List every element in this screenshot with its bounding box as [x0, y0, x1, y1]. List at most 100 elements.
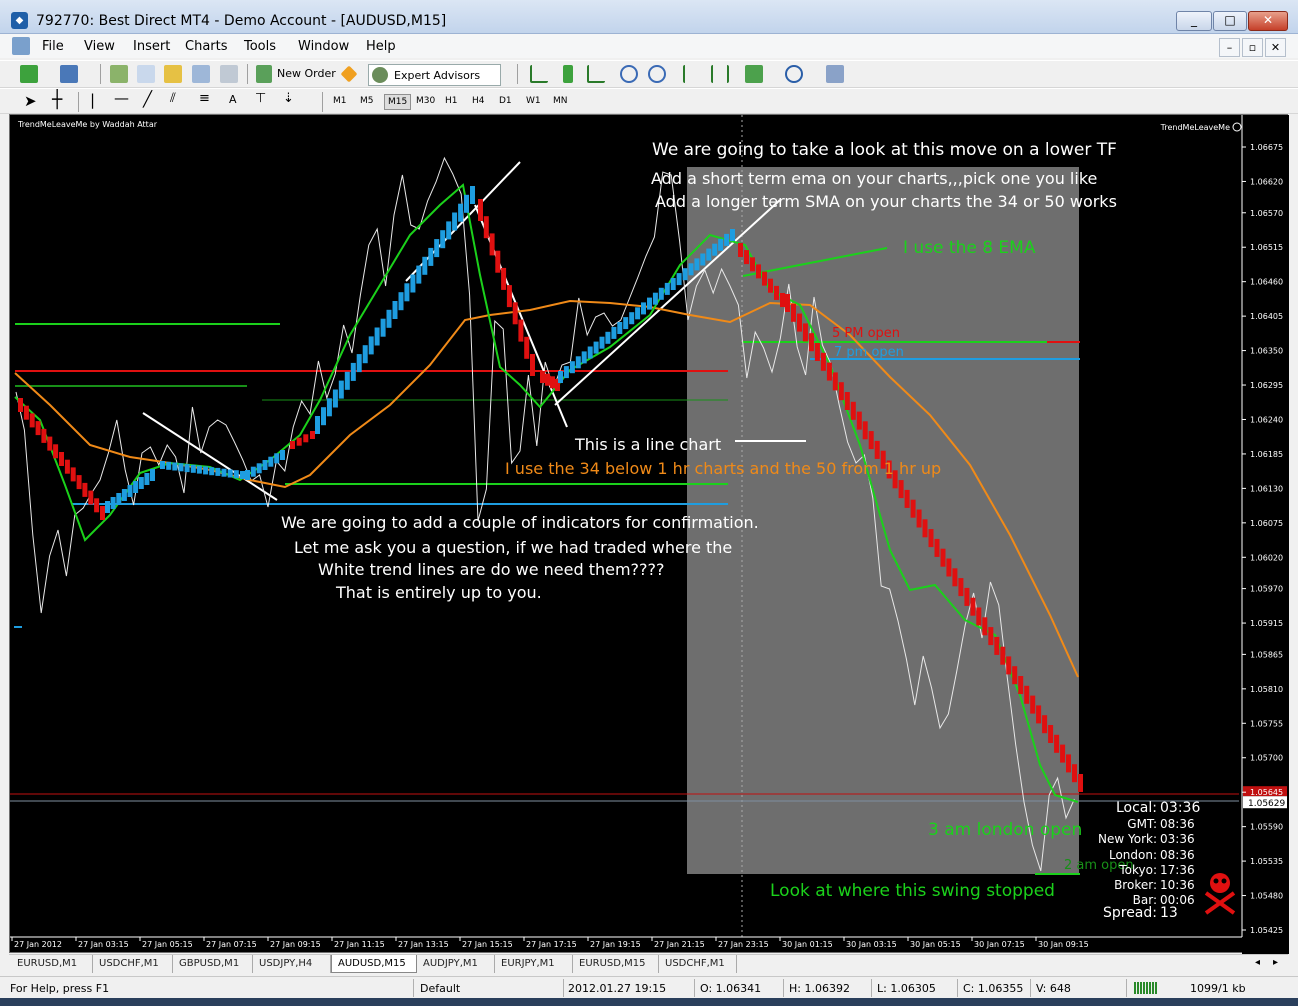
time-tick-label: 27 Jan 19:15 — [590, 940, 641, 949]
chart-window-icon[interactable] — [12, 37, 30, 55]
chart-tab[interactable]: EURJPY,M1 — [495, 955, 573, 973]
horizontal-line-icon[interactable]: — — [114, 89, 129, 107]
line-chart-icon[interactable] — [587, 65, 605, 83]
arrows-icon[interactable]: ⇣ — [283, 91, 294, 106]
terminal-icon[interactable] — [192, 65, 210, 83]
zoom-in-icon[interactable] — [620, 65, 638, 83]
ha-bar — [374, 327, 380, 346]
zoom-out-icon[interactable] — [648, 65, 666, 83]
ha-bar — [338, 380, 344, 399]
ha-bar — [658, 287, 664, 300]
os-taskbar — [0, 998, 1298, 1006]
menu-help[interactable]: Help — [366, 39, 396, 54]
crosshair-icon[interactable]: ┼ — [52, 90, 62, 110]
ha-bar — [964, 587, 970, 606]
new-order-button[interactable]: New Order — [277, 67, 336, 80]
tab-scroll-left-icon[interactable]: ◂ — [1255, 957, 1260, 968]
timeframe-m1[interactable]: M1 — [330, 94, 350, 108]
candlestick-icon[interactable] — [563, 65, 573, 83]
chart-tab[interactable]: USDCHF,M1 — [659, 955, 737, 973]
ha-bar — [410, 274, 416, 293]
ha-bar — [196, 465, 202, 474]
timeframe-mn[interactable]: MN — [550, 94, 571, 108]
clock-tokyo-value: 17:36 — [1160, 863, 1195, 877]
chart-tab[interactable]: AUDUSD,M15 — [331, 955, 417, 973]
timeframe-m30[interactable]: M30 — [413, 94, 438, 108]
equidistant-channel-icon[interactable]: ⫽ — [170, 91, 176, 106]
timeframe-d1[interactable]: D1 — [496, 94, 515, 108]
price-tick-label: 1.06295 — [1250, 381, 1283, 390]
timeframe-m5[interactable]: M5 — [357, 94, 377, 108]
fibonacci-icon[interactable]: ≡ — [199, 91, 210, 106]
price-tick-label: 1.05425 — [1250, 926, 1283, 935]
market-watch-icon[interactable] — [110, 65, 128, 83]
connection-status-icon[interactable] — [1134, 982, 1158, 994]
chart-tab[interactable]: USDCHF,M1 — [93, 955, 173, 973]
mdi-restore-button[interactable]: ▫ — [1242, 38, 1263, 57]
menu-charts[interactable]: Charts — [185, 39, 228, 54]
chart-tab[interactable]: EURUSD,M1 — [11, 955, 93, 973]
menu-tools[interactable]: Tools — [244, 39, 276, 54]
ha-bar — [768, 278, 773, 293]
minimize-button[interactable]: _ — [1176, 11, 1212, 31]
annotation-lower-tf: We are going to take a look at this move… — [652, 140, 1117, 160]
price-tick-label: 1.05590 — [1250, 823, 1283, 832]
menu-window[interactable]: Window — [298, 39, 349, 54]
chart-tab[interactable]: EURUSD,M15 — [573, 955, 659, 973]
ha-bar — [398, 292, 404, 311]
clock-newyork-label: New York: — [1098, 832, 1157, 846]
ha-bar — [310, 431, 315, 439]
navigator-icon[interactable] — [137, 65, 155, 83]
timeframe-h4[interactable]: H4 — [469, 94, 488, 108]
bar-chart-icon[interactable] — [530, 65, 548, 83]
trendline-icon[interactable]: ╱ — [143, 90, 152, 108]
new-order-icon[interactable] — [256, 65, 272, 83]
text-icon[interactable]: A — [229, 93, 237, 106]
mdi-close-button[interactable]: ✕ — [1265, 38, 1286, 57]
menu-insert[interactable]: Insert — [133, 39, 170, 54]
price-tick-label: 1.06620 — [1250, 177, 1283, 186]
annotation-white-lines: White trend lines are do we need them???… — [318, 560, 665, 579]
vertical-line-icon[interactable]: | — [90, 91, 95, 109]
indicators-icon[interactable] — [745, 65, 763, 83]
favorites-icon[interactable] — [164, 65, 182, 83]
timeframe-h1[interactable]: H1 — [442, 94, 461, 108]
ha-bar — [563, 366, 569, 379]
price-chart[interactable]: 1.06675 1.06620 1.06570 1.06515 1.06460 1.064… — [10, 115, 1289, 954]
timeframe-m15[interactable]: M15 — [384, 94, 412, 110]
tab-scroll-right-icon[interactable]: ▸ — [1273, 957, 1278, 968]
chart-window[interactable]: 1.06675 1.06620 1.06570 1.06515 1.06460 1.064… — [9, 114, 1289, 954]
strategy-tester-icon[interactable] — [220, 65, 238, 83]
timeframe-w1[interactable]: W1 — [523, 94, 544, 108]
periods-clock-icon[interactable] — [785, 65, 803, 83]
new-chart-icon[interactable] — [20, 65, 38, 83]
profiles-icon[interactable] — [60, 65, 78, 83]
close-button[interactable]: ✕ — [1248, 11, 1288, 31]
ha-bar — [209, 467, 215, 476]
templates-icon[interactable] — [826, 65, 844, 83]
ha-bar — [958, 578, 964, 597]
annotation-5pm-open: 5 PM open — [832, 326, 900, 341]
status-profile[interactable]: Default — [420, 982, 460, 995]
menu-bar: File View Insert Charts Tools Window Hel… — [0, 34, 1298, 58]
chart-shift-icon[interactable] — [683, 65, 701, 83]
ha-bar — [524, 336, 530, 359]
chart-tab[interactable]: GBPUSD,M1 — [173, 955, 253, 973]
price-tick-label: 1.06460 — [1250, 278, 1283, 287]
metaeditor-icon[interactable] — [340, 65, 358, 83]
ha-bar — [41, 428, 47, 443]
chart-tab[interactable]: USDJPY,H4 — [253, 955, 331, 973]
menu-view[interactable]: View — [84, 39, 115, 54]
skull-icon — [1210, 873, 1230, 893]
text-label-icon[interactable]: ⊤ — [255, 91, 266, 106]
mdi-minimize-button[interactable]: – — [1219, 38, 1240, 57]
expert-advisors-button[interactable]: Expert Advisors — [368, 64, 501, 86]
ha-bar — [18, 398, 23, 412]
menu-file[interactable]: File — [42, 39, 64, 54]
autoscroll-icon[interactable] — [711, 65, 729, 83]
ha-bar — [629, 312, 635, 325]
maximize-button[interactable]: □ — [1213, 11, 1247, 31]
annotation-8-ema: I use the 8 EMA — [903, 238, 1036, 258]
chart-tab[interactable]: AUDJPY,M1 — [417, 955, 495, 973]
cursor-icon[interactable]: ➤ — [24, 92, 37, 110]
